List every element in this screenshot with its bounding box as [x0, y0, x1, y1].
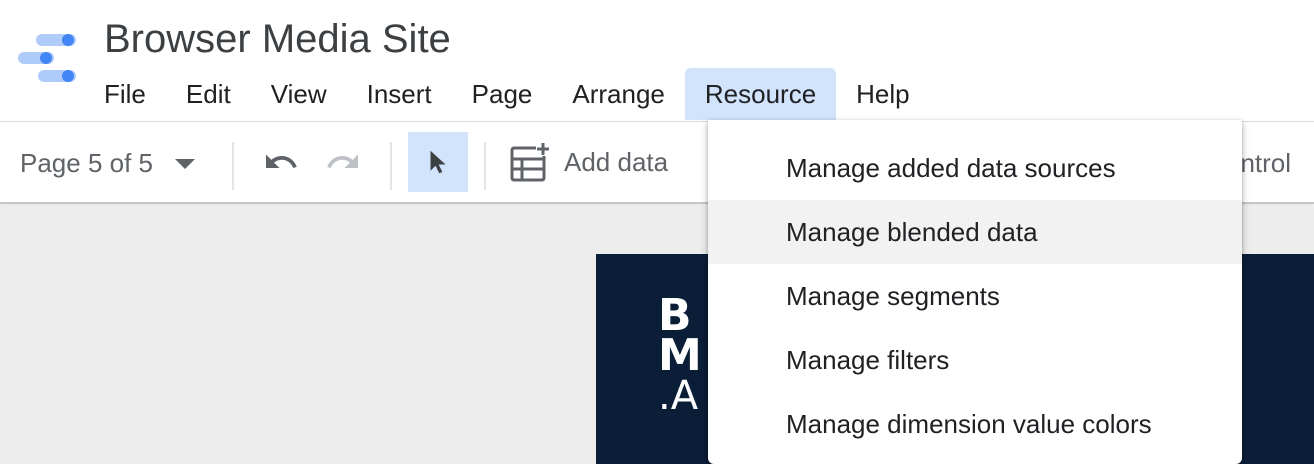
menu-resource[interactable]: Resource: [684, 68, 837, 120]
toolbar-divider: [232, 142, 234, 190]
menu-insert[interactable]: Insert: [347, 68, 452, 120]
menu-item-manage-blended-data[interactable]: Manage blended data: [708, 200, 1242, 264]
add-data-icon: [510, 142, 550, 182]
menu-edit[interactable]: Edit: [166, 68, 251, 120]
menu-view[interactable]: View: [251, 68, 347, 120]
page-indicator-label: Page 5 of 5: [20, 148, 153, 178]
select-pointer-icon: [430, 150, 446, 174]
chevron-down-icon: [175, 158, 195, 169]
add-data-button[interactable]: Add data: [508, 132, 668, 192]
menu-file[interactable]: File: [84, 68, 166, 120]
app-header: Browser Media Site File Edit View Insert…: [0, 0, 1314, 121]
menu-item-manage-dimension-value-colors[interactable]: Manage dimension value colors: [708, 392, 1242, 456]
select-tool-button[interactable]: [408, 132, 468, 192]
brand-line: M: [658, 330, 702, 381]
undo-icon: [266, 154, 297, 168]
resource-menu-dropdown: Manage added data sources Manage blended…: [708, 120, 1242, 464]
menu-item-manage-filters[interactable]: Manage filters: [708, 328, 1242, 392]
add-data-label: Add data: [564, 146, 669, 177]
menu-page[interactable]: Page: [452, 68, 553, 120]
data-studio-logo-icon[interactable]: [16, 30, 80, 86]
toolbar-divider: [484, 142, 486, 190]
menu-help[interactable]: Help: [836, 68, 929, 120]
menu-bar: File Edit View Insert Page Arrange Resou…: [84, 68, 930, 120]
report-title[interactable]: Browser Media Site: [104, 17, 451, 62]
brand-line: .A: [658, 373, 699, 419]
undo-button[interactable]: [258, 132, 304, 192]
redo-button[interactable]: [320, 132, 366, 192]
menu-item-manage-data-sources[interactable]: Manage added data sources: [708, 136, 1242, 200]
brand-logo: B M .A: [658, 294, 702, 419]
redo-icon: [327, 154, 358, 168]
menu-item-manage-segments[interactable]: Manage segments: [708, 264, 1242, 328]
page-selector[interactable]: Page 5 of 5: [20, 148, 195, 179]
toolbar-divider: [390, 142, 392, 190]
menu-arrange[interactable]: Arrange: [552, 68, 685, 120]
